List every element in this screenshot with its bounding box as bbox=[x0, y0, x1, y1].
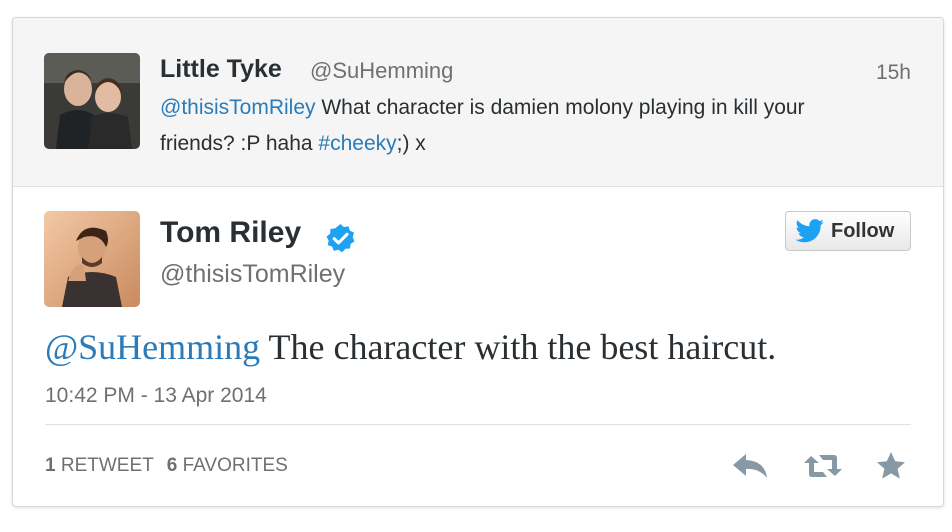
tweet-card: Little Tyke @SuHemming 15h @thisisTomRil… bbox=[12, 17, 944, 507]
twitter-bird-icon bbox=[795, 219, 824, 243]
star-icon bbox=[877, 452, 905, 479]
divider bbox=[45, 424, 911, 425]
reply-timestamp[interactable]: 15h bbox=[876, 61, 911, 85]
tweet-datetime[interactable]: 10:42 PM - 13 Apr 2014 bbox=[45, 384, 267, 408]
favorites-count: 6 bbox=[166, 455, 178, 476]
in-reply-to-tweet[interactable]: Little Tyke @SuHemming 15h @thisisTomRil… bbox=[13, 18, 943, 187]
mention-link[interactable]: @thisisTomRiley bbox=[160, 96, 316, 119]
retweet-icon bbox=[804, 455, 842, 477]
retweets-count: 1 bbox=[45, 455, 56, 476]
reply-icon bbox=[733, 454, 767, 478]
tweet-text-body: The character with the best haircut. bbox=[260, 327, 777, 367]
reply-author-name[interactable]: Little Tyke bbox=[160, 55, 282, 84]
reply-author-handle[interactable]: @SuHemming bbox=[310, 58, 453, 84]
reply-tweet-text: @thisisTomRiley What character is damien… bbox=[160, 90, 880, 162]
reply-text-part2: ;) x bbox=[396, 132, 426, 155]
favorite-button[interactable] bbox=[871, 446, 911, 486]
verified-badge-icon bbox=[325, 223, 356, 254]
mention-link-suhemming[interactable]: @SuHemming bbox=[45, 327, 260, 367]
author-handle[interactable]: @thisisTomRiley bbox=[160, 260, 345, 289]
follow-button-label: Follow bbox=[831, 219, 895, 242]
favorites-label: FAVORITES bbox=[182, 455, 288, 476]
hashtag-link[interactable]: #cheeky bbox=[318, 132, 396, 155]
reply-button[interactable] bbox=[730, 446, 770, 486]
avatar-tom-riley[interactable] bbox=[44, 211, 140, 307]
favorites-stat[interactable]: 6 FAVORITES bbox=[167, 455, 288, 477]
avatar-little-tyke[interactable] bbox=[44, 53, 140, 149]
tweet-text: @SuHemming The character with the best h… bbox=[45, 326, 776, 368]
retweets-stat[interactable]: 1 RETWEET bbox=[45, 455, 154, 477]
retweets-label: RETWEET bbox=[60, 455, 154, 476]
author-name[interactable]: Tom Riley bbox=[160, 216, 301, 250]
follow-button[interactable]: Follow bbox=[785, 211, 911, 251]
tweet-actions bbox=[730, 446, 911, 486]
tweet-stats: 1 RETWEET 6 FAVORITES bbox=[45, 455, 288, 477]
retweet-button[interactable] bbox=[803, 446, 843, 486]
